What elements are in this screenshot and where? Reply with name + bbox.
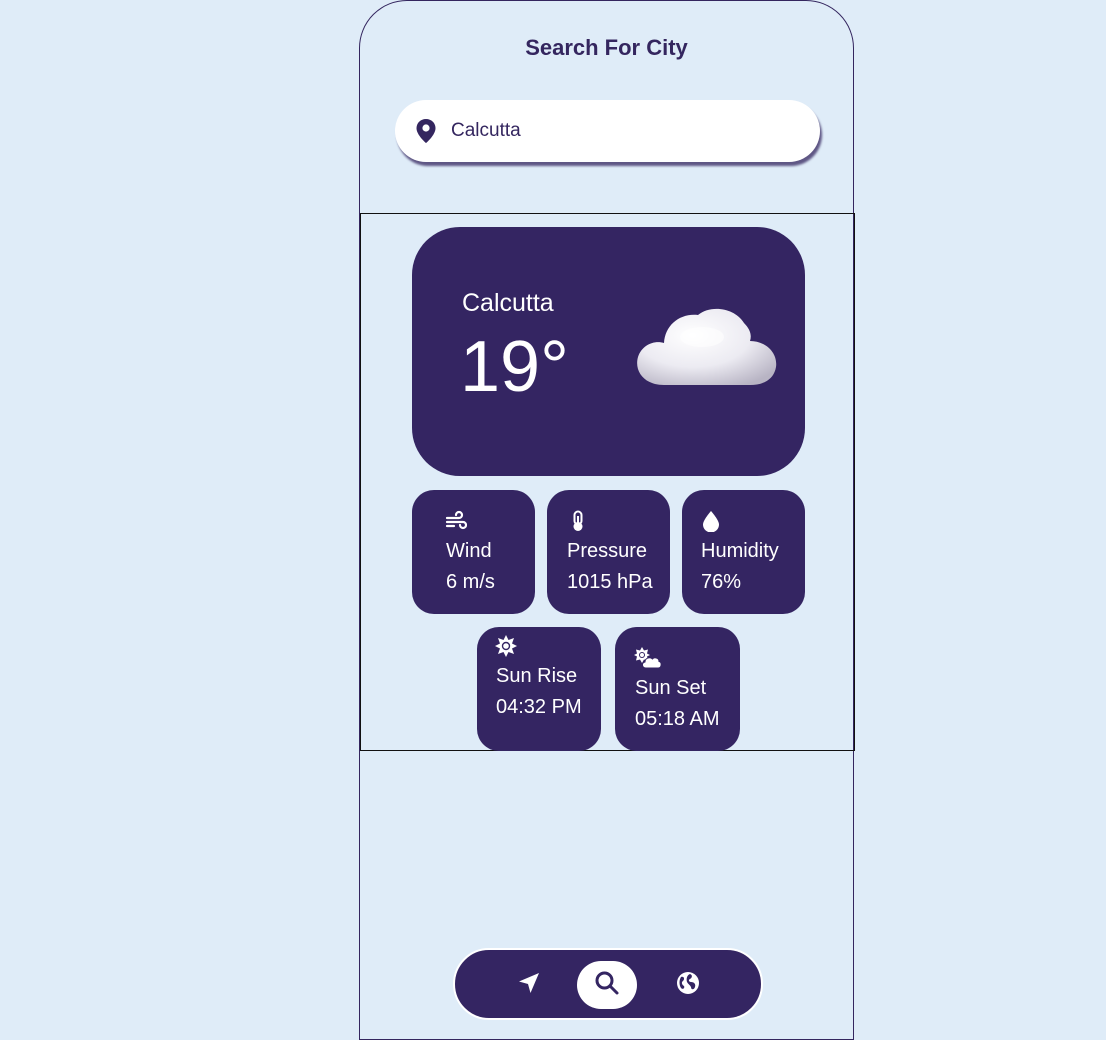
humidity-value: 76%: [701, 571, 742, 593]
location-arrow-icon: [518, 972, 540, 999]
wind-value: 6 m/s: [446, 571, 495, 593]
sunset-label: Sun Set: [635, 677, 707, 699]
current-weather-card: Calcutta 19°: [412, 227, 805, 476]
sunrise-tile: Sun Rise 04:32 PM: [477, 627, 601, 751]
nav-search-button[interactable]: [577, 961, 637, 1009]
pressure-value: 1015 hPa: [567, 571, 653, 593]
search-input[interactable]: [451, 120, 781, 142]
sunset-value: 05:18 AM: [635, 708, 720, 730]
sunset-tile: Sun Set 05:18 AM: [615, 627, 740, 751]
page-title: Search For City: [525, 35, 688, 60]
city-name: Calcutta: [462, 289, 554, 317]
search-icon: [594, 970, 620, 1001]
droplet-icon: [700, 510, 722, 533]
temperature: 19°: [460, 327, 569, 407]
sunrise-label: Sun Rise: [496, 665, 578, 687]
globe-icon: [676, 971, 700, 1000]
wind-tile: Wind 6 m/s: [412, 490, 535, 614]
humidity-label: Humidity: [701, 540, 779, 562]
wind-icon: [445, 510, 468, 532]
sunrise-value: 04:32 PM: [496, 696, 582, 718]
sun-cloud-icon: [634, 647, 662, 669]
sun-icon: [495, 635, 517, 657]
pressure-tile: Pressure 1015 hPa: [547, 490, 670, 614]
nav-location-button[interactable]: [499, 961, 559, 1009]
cloud-icon: [632, 297, 782, 397]
pressure-label: Pressure: [567, 540, 648, 562]
bottom-nav: [453, 948, 763, 1020]
weather-results: Calcutta 19° Wind 6 m/s Pressure 1015 hP…: [360, 213, 855, 751]
phone-frame: Search For City Calcutta 19°: [359, 0, 855, 1040]
search-box[interactable]: [395, 100, 820, 162]
nav-globe-button[interactable]: [658, 961, 718, 1009]
thermometer-icon: [567, 510, 589, 532]
wind-label: Wind: [446, 540, 492, 562]
humidity-tile: Humidity 76%: [682, 490, 805, 614]
location-pin-icon: [416, 119, 436, 143]
